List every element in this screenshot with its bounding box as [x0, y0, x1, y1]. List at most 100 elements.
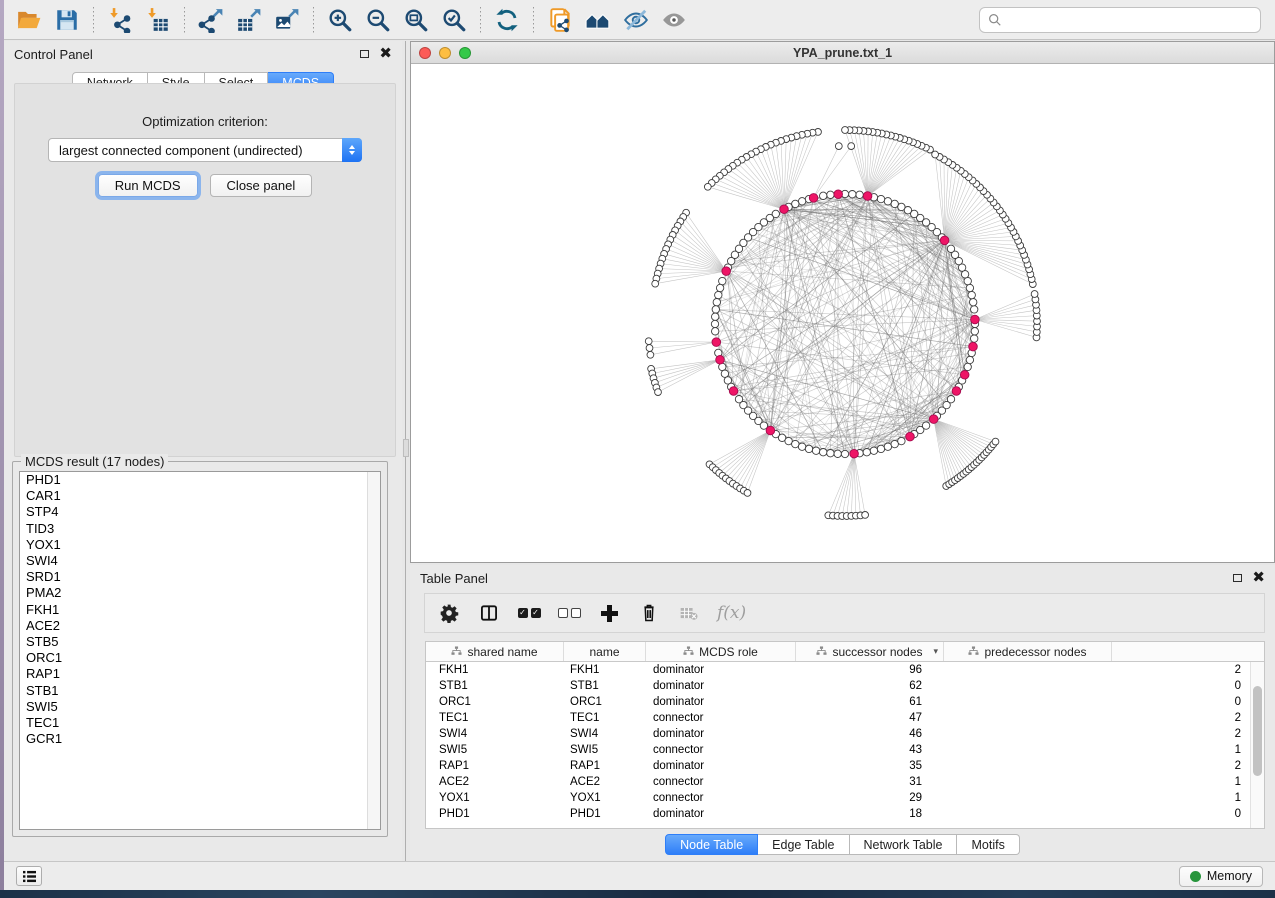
- table-cell[interactable]: connector: [646, 744, 796, 756]
- table-settings-icon[interactable]: [437, 600, 461, 626]
- mcds-result-item[interactable]: RAP1: [20, 666, 380, 682]
- memory-button[interactable]: Memory: [1179, 866, 1263, 887]
- table-cell[interactable]: connector: [646, 776, 796, 788]
- table-tab-network-table[interactable]: Network Table: [850, 834, 958, 855]
- run-mcds-button[interactable]: Run MCDS: [98, 174, 198, 197]
- splitter-grip[interactable]: [403, 439, 409, 457]
- show-all-icon[interactable]: [657, 4, 691, 36]
- table-cell[interactable]: 1: [944, 776, 1249, 788]
- deselect-all-rows-icon[interactable]: [557, 600, 581, 626]
- table-cell[interactable]: ORC1: [426, 696, 564, 708]
- table-cell[interactable]: SWI4: [564, 728, 646, 740]
- table-row[interactable]: ORC1ORC1dominator610: [426, 694, 1250, 710]
- import-network-icon[interactable]: [103, 4, 137, 36]
- mcds-result-item[interactable]: GCR1: [20, 731, 380, 747]
- table-cell[interactable]: SWI4: [426, 728, 564, 740]
- table-cell[interactable]: 2: [944, 728, 1249, 740]
- close-panel-button[interactable]: Close panel: [210, 174, 313, 197]
- table-cell[interactable]: dominator: [646, 760, 796, 772]
- delete-column-icon[interactable]: [637, 600, 661, 626]
- table-cell[interactable]: 31: [796, 776, 944, 788]
- show-columns-icon[interactable]: [477, 600, 501, 626]
- column-header-name[interactable]: name: [564, 642, 646, 661]
- table-row[interactable]: RAP1RAP1dominator352: [426, 758, 1250, 774]
- table-cell[interactable]: 0: [944, 680, 1249, 692]
- table-row[interactable]: SWI4SWI4dominator462: [426, 726, 1250, 742]
- export-image-icon[interactable]: [270, 4, 304, 36]
- mcds-result-item[interactable]: FKH1: [20, 602, 380, 618]
- table-row[interactable]: STB1STB1dominator620: [426, 678, 1250, 694]
- network-window-titlebar[interactable]: YPA_prune.txt_1: [411, 42, 1274, 64]
- import-table-icon[interactable]: [141, 4, 175, 36]
- column-header-shared-name[interactable]: shared name: [426, 642, 564, 661]
- hide-selected-icon[interactable]: [619, 4, 653, 36]
- table-cell[interactable]: SWI5: [564, 744, 646, 756]
- table-cell[interactable]: STB1: [426, 680, 564, 692]
- network-canvas[interactable]: [411, 64, 1274, 562]
- mcds-result-item[interactable]: STB5: [20, 634, 380, 650]
- search-input[interactable]: [1008, 13, 1252, 28]
- criterion-dropdown[interactable]: largest connected component (undirected): [48, 138, 362, 162]
- table-cell[interactable]: dominator: [646, 696, 796, 708]
- table-cell[interactable]: 47: [796, 712, 944, 724]
- close-table-panel-icon[interactable]: ✖: [1252, 573, 1265, 583]
- refresh-icon[interactable]: [490, 4, 524, 36]
- export-table-icon[interactable]: [232, 4, 266, 36]
- table-cell[interactable]: 61: [796, 696, 944, 708]
- table-row[interactable]: YOX1YOX1connector291: [426, 790, 1250, 806]
- table-row[interactable]: FKH1FKH1dominator962: [426, 662, 1250, 678]
- table-cell[interactable]: 1: [944, 792, 1249, 804]
- mcds-result-item[interactable]: PMA2: [20, 585, 380, 601]
- table-tab-motifs[interactable]: Motifs: [957, 834, 1019, 855]
- mcds-result-item[interactable]: STB1: [20, 683, 380, 699]
- open-file-icon[interactable]: [12, 4, 46, 36]
- table-cell[interactable]: dominator: [646, 808, 796, 820]
- first-neighbors-icon[interactable]: [581, 4, 615, 36]
- mcds-result-item[interactable]: SRD1: [20, 569, 380, 585]
- column-header-successor-nodes[interactable]: successor nodes▾: [796, 642, 944, 661]
- mcds-list-scrollbar[interactable]: [367, 472, 380, 829]
- table-cell[interactable]: ACE2: [426, 776, 564, 788]
- table-row[interactable]: SWI5SWI5connector431: [426, 742, 1250, 758]
- add-column-icon[interactable]: [597, 600, 621, 626]
- save-session-icon[interactable]: [50, 4, 84, 36]
- table-cell[interactable]: dominator: [646, 664, 796, 676]
- table-cell[interactable]: 96: [796, 664, 944, 676]
- mcds-result-item[interactable]: PHD1: [20, 472, 380, 488]
- export-network-icon[interactable]: [194, 4, 228, 36]
- mcds-result-item[interactable]: TEC1: [20, 715, 380, 731]
- table-cell[interactable]: 46: [796, 728, 944, 740]
- table-cell[interactable]: PHD1: [564, 808, 646, 820]
- mcds-result-item[interactable]: ACE2: [20, 618, 380, 634]
- table-cell[interactable]: connector: [646, 792, 796, 804]
- table-cell[interactable]: YOX1: [426, 792, 564, 804]
- table-tab-edge-table[interactable]: Edge Table: [758, 834, 849, 855]
- table-scrollbar-thumb[interactable]: [1253, 686, 1262, 776]
- table-row[interactable]: PHD1PHD1dominator180: [426, 806, 1250, 822]
- table-cell[interactable]: 1: [944, 744, 1249, 756]
- table-cell[interactable]: 2: [944, 664, 1249, 676]
- mcds-result-item[interactable]: CAR1: [20, 488, 380, 504]
- table-row[interactable]: ACE2ACE2connector311: [426, 774, 1250, 790]
- table-cell[interactable]: 0: [944, 808, 1249, 820]
- duplicate-network-icon[interactable]: [543, 4, 577, 36]
- table-cell[interactable]: 35: [796, 760, 944, 772]
- table-cell[interactable]: YOX1: [564, 792, 646, 804]
- table-cell[interactable]: TEC1: [426, 712, 564, 724]
- column-header-mcds-role[interactable]: MCDS role: [646, 642, 796, 661]
- table-cell[interactable]: RAP1: [564, 760, 646, 772]
- zoom-fit-icon[interactable]: [399, 4, 433, 36]
- mcds-result-item[interactable]: TID3: [20, 521, 380, 537]
- table-cell[interactable]: RAP1: [426, 760, 564, 772]
- float-panel-icon[interactable]: [360, 50, 369, 58]
- mcds-result-item[interactable]: SWI4: [20, 553, 380, 569]
- table-cell[interactable]: 29: [796, 792, 944, 804]
- select-all-rows-icon[interactable]: ✓✓: [517, 600, 541, 626]
- table-cell[interactable]: FKH1: [564, 664, 646, 676]
- table-cell[interactable]: FKH1: [426, 664, 564, 676]
- table-cell[interactable]: SWI5: [426, 744, 564, 756]
- mcds-result-item[interactable]: ORC1: [20, 650, 380, 666]
- column-header-predecessor-nodes[interactable]: predecessor nodes: [944, 642, 1112, 661]
- table-cell[interactable]: 62: [796, 680, 944, 692]
- table-cell[interactable]: TEC1: [564, 712, 646, 724]
